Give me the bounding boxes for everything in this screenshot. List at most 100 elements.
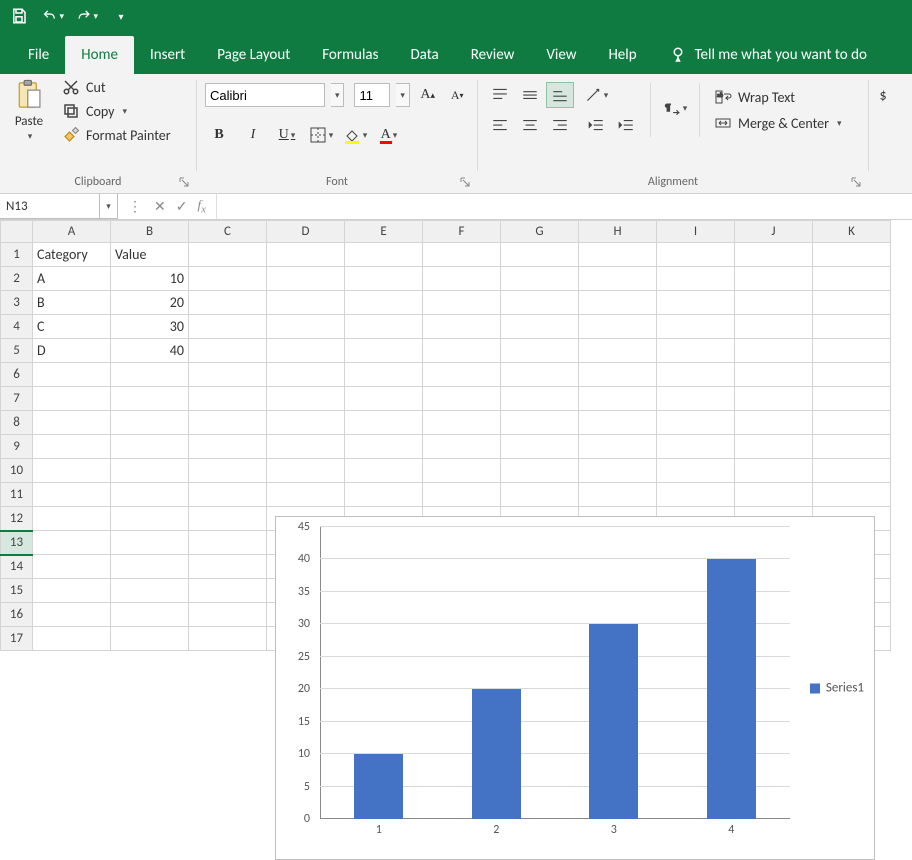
column-header[interactable]: C — [189, 221, 267, 243]
cell[interactable] — [189, 603, 267, 627]
undo-icon[interactable]: ▾ — [42, 5, 64, 27]
chart-bar[interactable] — [472, 689, 521, 819]
font-name-dropdown[interactable]: ▾ — [331, 83, 344, 107]
cell[interactable] — [189, 315, 267, 339]
cell[interactable] — [189, 267, 267, 291]
row-header[interactable]: 1 — [1, 243, 33, 267]
cell[interactable] — [579, 291, 657, 315]
cell[interactable] — [735, 315, 813, 339]
cell[interactable]: 30 — [111, 315, 189, 339]
cell[interactable] — [501, 483, 579, 507]
cell[interactable] — [657, 435, 735, 459]
cell[interactable] — [579, 267, 657, 291]
merge-center-button[interactable]: Merge & Center▾ — [710, 112, 846, 134]
cell[interactable]: C — [33, 315, 111, 339]
cell[interactable]: A — [33, 267, 111, 291]
cell[interactable] — [423, 411, 501, 435]
cell[interactable] — [189, 363, 267, 387]
cell[interactable] — [657, 363, 735, 387]
column-header[interactable]: G — [501, 221, 579, 243]
cell[interactable] — [111, 531, 189, 555]
cell[interactable] — [111, 507, 189, 531]
cell[interactable] — [189, 411, 267, 435]
cell[interactable] — [813, 483, 891, 507]
cell[interactable] — [813, 267, 891, 291]
tab-help[interactable]: Help — [592, 36, 652, 74]
tell-me-search[interactable]: Tell me what you want to do — [653, 36, 883, 74]
cell[interactable] — [345, 243, 423, 267]
row-header[interactable]: 17 — [1, 627, 33, 651]
row-header[interactable]: 6 — [1, 363, 33, 387]
align-middle-icon[interactable] — [516, 82, 544, 108]
cell[interactable] — [345, 339, 423, 363]
cell[interactable]: D — [33, 339, 111, 363]
cell[interactable] — [189, 627, 267, 651]
cell[interactable] — [33, 603, 111, 627]
cell[interactable] — [33, 627, 111, 651]
cell[interactable] — [657, 387, 735, 411]
cell[interactable] — [423, 315, 501, 339]
cell[interactable] — [501, 435, 579, 459]
cell[interactable] — [501, 339, 579, 363]
cell[interactable] — [657, 483, 735, 507]
cell[interactable] — [189, 555, 267, 579]
font-launcher-icon[interactable] — [459, 175, 473, 189]
row-header[interactable]: 4 — [1, 315, 33, 339]
column-header[interactable]: E — [345, 221, 423, 243]
column-header[interactable]: K — [813, 221, 891, 243]
cell[interactable] — [735, 243, 813, 267]
cell[interactable] — [813, 291, 891, 315]
cell[interactable] — [579, 387, 657, 411]
row-header[interactable]: 5 — [1, 339, 33, 363]
name-box[interactable]: N13 — [0, 194, 100, 219]
cell[interactable] — [267, 459, 345, 483]
cell[interactable] — [189, 531, 267, 555]
cell[interactable] — [657, 459, 735, 483]
orientation-button[interactable]: ▾ — [582, 82, 610, 108]
row-header[interactable]: 16 — [1, 603, 33, 627]
cell[interactable] — [579, 411, 657, 435]
cell[interactable]: 10 — [111, 267, 189, 291]
ltr-button[interactable]: ¶▾ — [661, 95, 689, 121]
align-bottom-icon[interactable] — [546, 82, 574, 108]
name-box-dropdown[interactable]: ▾ — [100, 194, 118, 219]
cell[interactable] — [189, 339, 267, 363]
cell[interactable] — [189, 243, 267, 267]
cell[interactable] — [579, 339, 657, 363]
row-header[interactable]: 7 — [1, 387, 33, 411]
cell[interactable] — [111, 363, 189, 387]
cell[interactable] — [735, 339, 813, 363]
cell[interactable] — [33, 411, 111, 435]
cell[interactable] — [735, 387, 813, 411]
cell[interactable] — [267, 387, 345, 411]
cell[interactable] — [423, 483, 501, 507]
number-format-partial[interactable]: $ — [877, 82, 889, 108]
cell[interactable] — [501, 411, 579, 435]
select-all-corner[interactable] — [1, 221, 33, 243]
cut-button[interactable]: Cut — [62, 78, 171, 96]
clipboard-launcher-icon[interactable] — [178, 175, 192, 189]
row-header[interactable]: 11 — [1, 483, 33, 507]
tab-formulas[interactable]: Formulas — [306, 36, 394, 74]
cancel-formula-icon[interactable]: ✕ — [154, 198, 166, 215]
tab-file[interactable]: File — [12, 36, 65, 74]
cell[interactable] — [33, 555, 111, 579]
cell[interactable] — [423, 291, 501, 315]
enter-formula-icon[interactable]: ✓ — [176, 198, 188, 215]
column-header[interactable]: H — [579, 221, 657, 243]
cell[interactable] — [267, 339, 345, 363]
cell[interactable] — [345, 435, 423, 459]
cell[interactable]: 40 — [111, 339, 189, 363]
cell[interactable] — [657, 243, 735, 267]
cell[interactable] — [189, 483, 267, 507]
cell[interactable] — [267, 411, 345, 435]
decrease-indent-icon[interactable] — [582, 112, 610, 138]
underline-button[interactable]: U▾ — [273, 122, 301, 148]
cell[interactable] — [735, 435, 813, 459]
chart-bar[interactable] — [707, 559, 756, 819]
cell[interactable] — [579, 315, 657, 339]
cell[interactable] — [657, 411, 735, 435]
cell[interactable] — [579, 243, 657, 267]
tab-data[interactable]: Data — [394, 36, 454, 74]
font-size-input[interactable] — [354, 83, 390, 107]
